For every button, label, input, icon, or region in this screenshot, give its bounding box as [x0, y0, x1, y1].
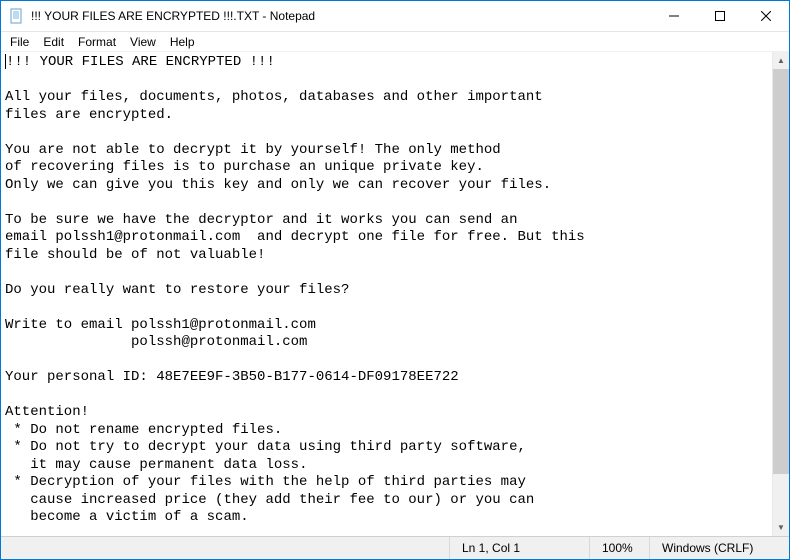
status-zoom: 100% [589, 537, 649, 559]
menu-help[interactable]: Help [163, 34, 202, 50]
scrollbar-track[interactable] [773, 69, 789, 519]
status-position: Ln 1, Col 1 [449, 537, 589, 559]
editor-content: !!! YOUR FILES ARE ENCRYPTED !!! All you… [5, 54, 585, 525]
window-title: !!! YOUR FILES ARE ENCRYPTED !!!.TXT - N… [31, 9, 651, 23]
titlebar: !!! YOUR FILES ARE ENCRYPTED !!!.TXT - N… [1, 1, 789, 32]
minimize-button[interactable] [651, 1, 697, 31]
vertical-scrollbar[interactable]: ▲ ▼ [772, 52, 789, 536]
menubar: File Edit Format View Help [1, 32, 789, 52]
editor-container: !!! YOUR FILES ARE ENCRYPTED !!! All you… [1, 52, 789, 536]
notepad-icon [9, 8, 25, 24]
scrollbar-thumb[interactable] [773, 69, 789, 474]
scroll-up-icon[interactable]: ▲ [773, 52, 789, 69]
status-encoding: Windows (CRLF) [649, 537, 789, 559]
menu-edit[interactable]: Edit [36, 34, 71, 50]
menu-view[interactable]: View [123, 34, 163, 50]
notepad-window: !!! YOUR FILES ARE ENCRYPTED !!!.TXT - N… [0, 0, 790, 560]
statusbar: Ln 1, Col 1 100% Windows (CRLF) [1, 536, 789, 559]
text-editor[interactable]: !!! YOUR FILES ARE ENCRYPTED !!! All you… [1, 52, 789, 536]
close-button[interactable] [743, 1, 789, 31]
scroll-down-icon[interactable]: ▼ [773, 519, 789, 536]
menu-file[interactable]: File [3, 34, 36, 50]
window-controls [651, 1, 789, 31]
menu-format[interactable]: Format [71, 34, 123, 50]
maximize-button[interactable] [697, 1, 743, 31]
